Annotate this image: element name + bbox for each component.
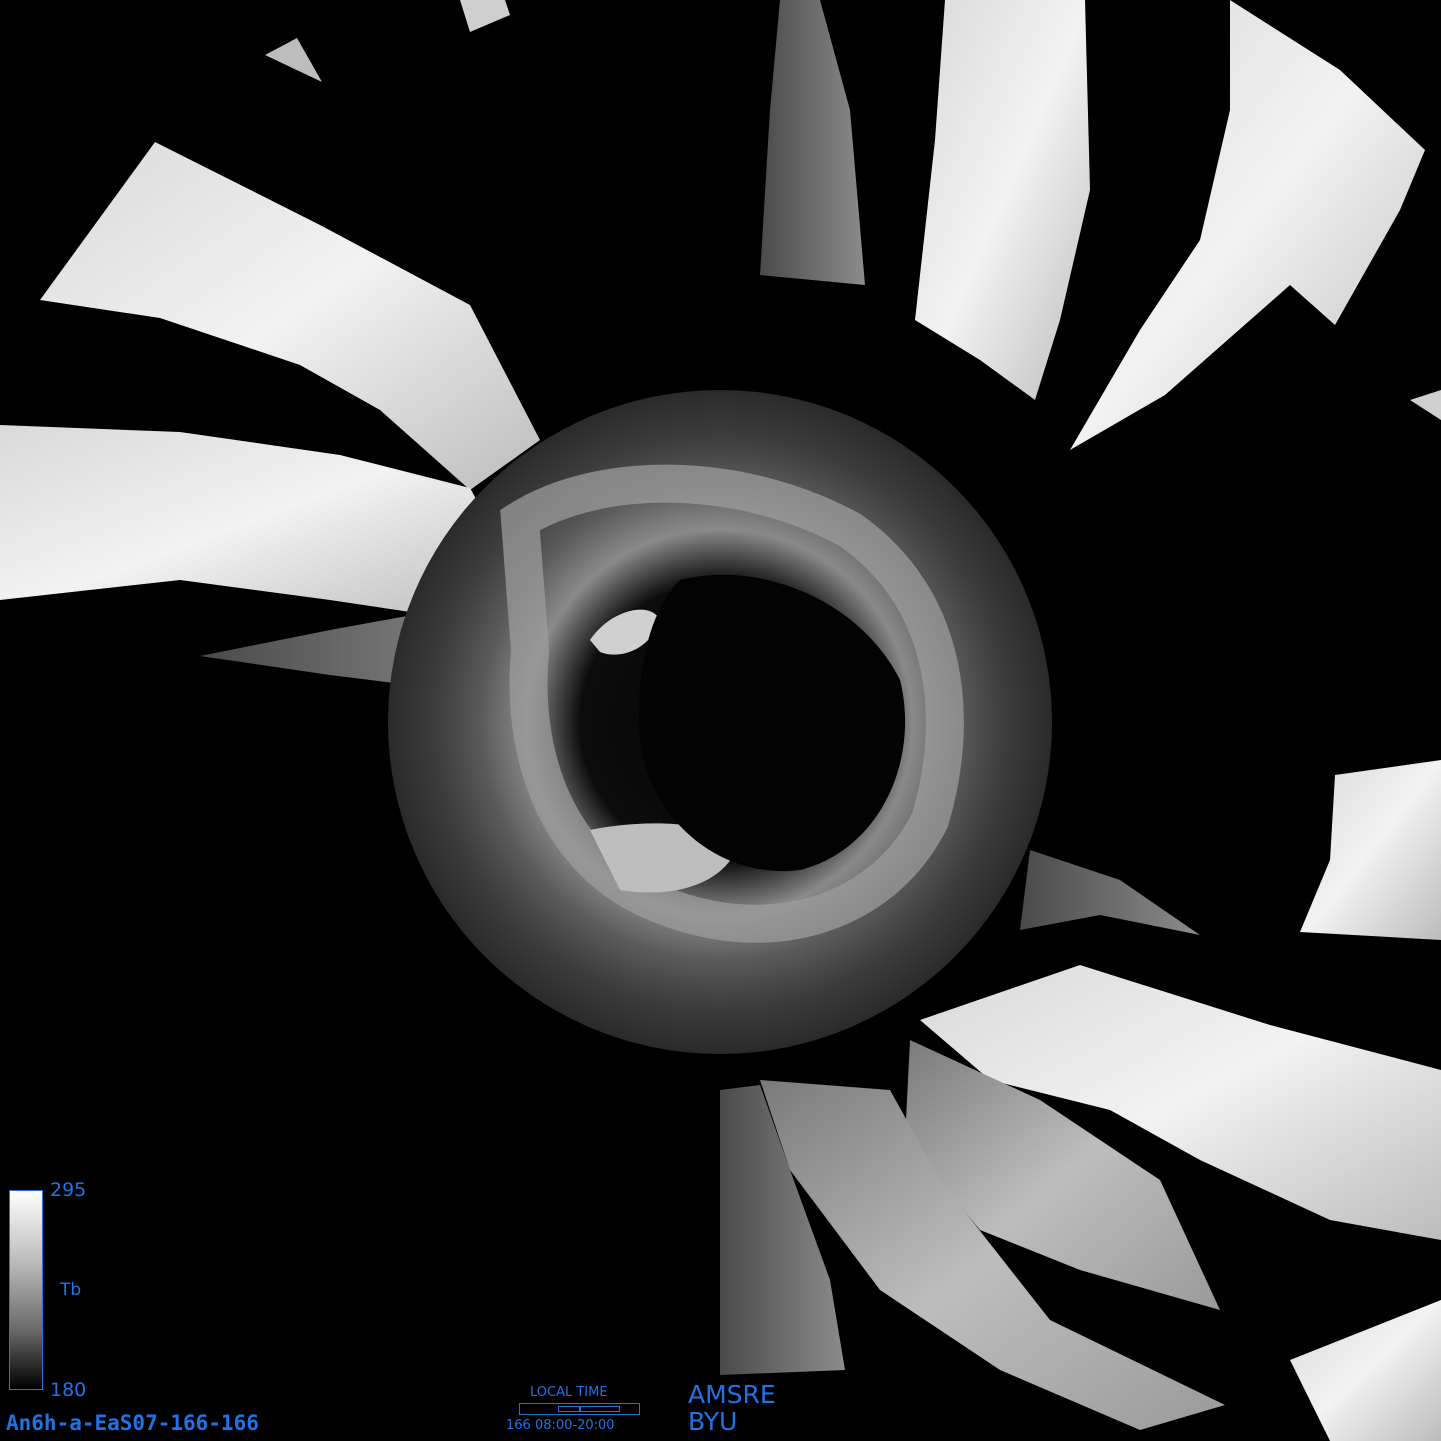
- local-time-bar: [519, 1403, 640, 1415]
- swath-strip: [1020, 850, 1200, 935]
- local-time-range: 166 08:00-20:00: [506, 1418, 615, 1433]
- colorbar-variable-label: Tb: [60, 1280, 82, 1300]
- map-canvas: 295 Tb 180 An6h-a-EaS07-166-166 LOCAL TI…: [0, 0, 1441, 1441]
- colorbar: [9, 1190, 43, 1390]
- swath-strip: [1290, 1300, 1441, 1441]
- colorbar-min-label: 180: [50, 1379, 87, 1401]
- swath-strip: [1300, 760, 1441, 940]
- sensor-credit: AMSRE BYU: [688, 1381, 776, 1435]
- product-id: An6h-a-EaS07-166-166: [6, 1411, 259, 1435]
- sensor-name: AMSRE: [688, 1380, 776, 1409]
- swath-strip: [265, 38, 322, 82]
- swath-strip: [1070, 0, 1425, 450]
- polar-disc: [388, 390, 1052, 1054]
- swath-strip: [460, 0, 510, 32]
- local-time-title: LOCAL TIME: [530, 1385, 608, 1400]
- polar-brightness-temperature-map: [0, 0, 1441, 1441]
- swath-strip: [915, 0, 1090, 400]
- swath-strip: [760, 0, 865, 285]
- colorbar-max-label: 295: [50, 1179, 87, 1201]
- swath-strip: [1410, 390, 1441, 420]
- institution-name: BYU: [688, 1407, 738, 1436]
